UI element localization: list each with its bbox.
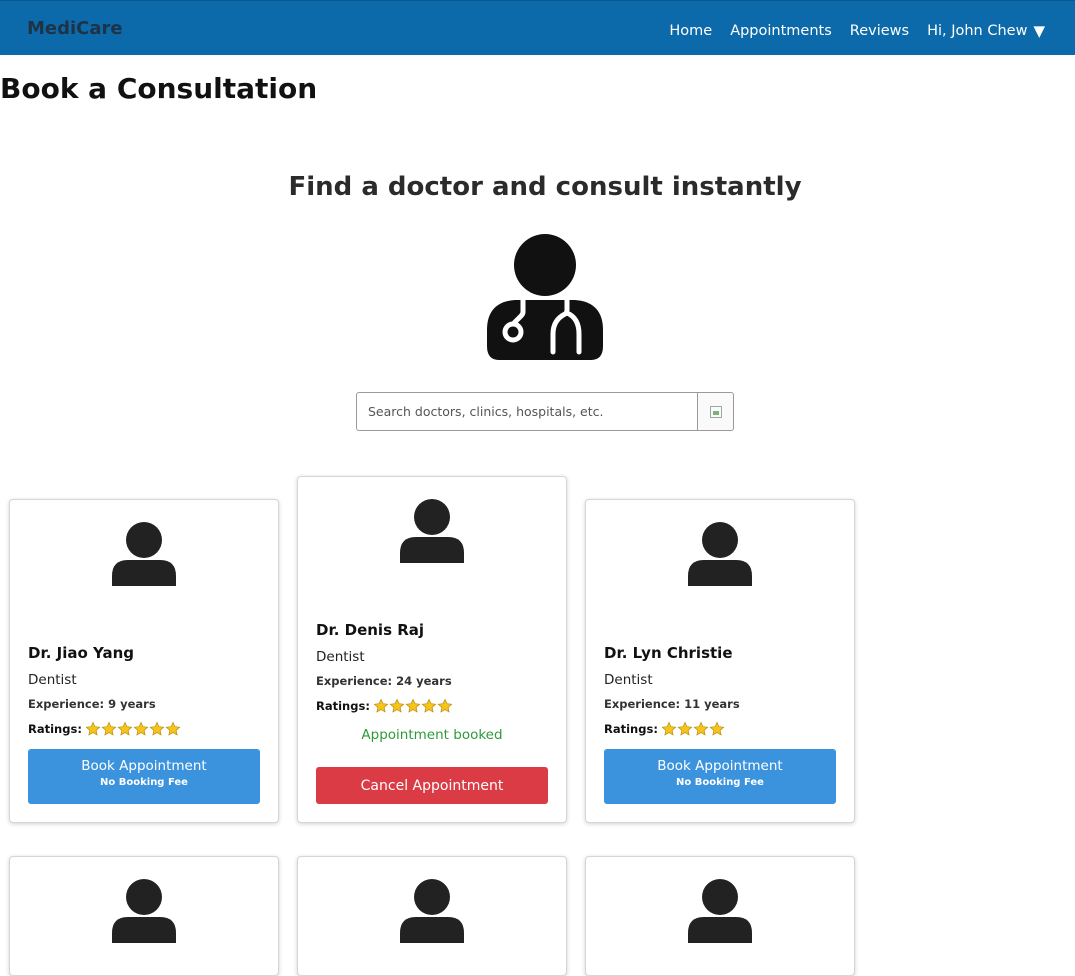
hero-title: Find a doctor and consult instantly	[288, 172, 802, 202]
ratings-label: Ratings:	[28, 722, 82, 736]
cancel-appointment-button[interactable]: Cancel Appointment	[316, 767, 548, 804]
doctor-experience: Experience: 9 years	[28, 697, 156, 711]
doctor-experience: Experience: 24 years	[316, 674, 452, 688]
book-button-label: Book Appointment	[657, 758, 783, 774]
star-icon	[405, 698, 421, 713]
brand-logo[interactable]: MediCare	[27, 18, 123, 39]
doctor-rating: Ratings:	[28, 721, 181, 737]
star-icon	[85, 721, 101, 736]
rating-stars	[373, 698, 453, 714]
search-input[interactable]	[356, 392, 698, 431]
nav-appointments-link[interactable]: Appointments	[730, 23, 832, 39]
star-icon	[661, 721, 677, 736]
book-appointment-button[interactable]: Book Appointment No Booking Fee	[604, 749, 836, 804]
booking-fee-note: No Booking Fee	[100, 777, 188, 788]
rating-stars	[661, 721, 725, 737]
doctor-name[interactable]: Dr. Lyn Christie	[604, 644, 733, 662]
star-icon	[133, 721, 149, 736]
nav-home-link[interactable]: Home	[669, 23, 712, 39]
doctor-card	[297, 856, 567, 976]
search-bar	[356, 392, 734, 431]
star-icon	[693, 721, 709, 736]
avatar-icon	[400, 879, 464, 943]
ratings-label: Ratings:	[316, 699, 370, 713]
doctor-specialty: Dentist	[28, 672, 77, 688]
doctor-card: Dr. Lyn Christie Dentist Experience: 11 …	[585, 499, 855, 823]
avatar-icon	[112, 522, 176, 586]
doctor-card: Dr. Denis Raj Dentist Experience: 24 yea…	[297, 476, 567, 823]
doctor-specialty: Dentist	[316, 649, 365, 665]
doctor-card	[585, 856, 855, 976]
doctor-card: Dr. Jiao Yang Dentist Experience: 9 year…	[9, 499, 279, 823]
nav-reviews-link[interactable]: Reviews	[850, 23, 909, 39]
star-icon	[117, 721, 133, 736]
star-icon	[373, 698, 389, 713]
user-menu[interactable]: Hi, John Chew ▼	[927, 22, 1045, 40]
avatar-icon	[688, 522, 752, 586]
avatar-icon	[688, 879, 752, 943]
search-button[interactable]	[698, 392, 734, 431]
doctor-card	[9, 856, 279, 976]
star-icon	[149, 721, 165, 736]
doctor-icon	[487, 234, 603, 360]
avatar-icon	[400, 499, 464, 563]
doctor-specialty: Dentist	[604, 672, 653, 688]
star-icon	[677, 721, 693, 736]
doctor-name[interactable]: Dr. Jiao Yang	[28, 644, 134, 662]
star-icon	[101, 721, 117, 736]
appointment-booked-status: Appointment booked	[361, 727, 503, 743]
nav-links: Home Appointments Reviews Hi, John Chew …	[669, 22, 1045, 40]
star-icon	[437, 698, 453, 713]
search-icon	[709, 405, 722, 418]
doctor-name[interactable]: Dr. Denis Raj	[316, 621, 424, 639]
star-icon	[421, 698, 437, 713]
star-icon	[165, 721, 181, 736]
caret-down-icon: ▼	[1033, 22, 1045, 40]
booking-fee-note: No Booking Fee	[676, 777, 764, 788]
book-button-label: Book Appointment	[81, 758, 207, 774]
rating-stars	[85, 721, 181, 737]
user-greeting: Hi, John Chew	[927, 23, 1028, 39]
star-icon	[389, 698, 405, 713]
ratings-label: Ratings:	[604, 722, 658, 736]
avatar-icon	[112, 879, 176, 943]
doctor-rating: Ratings:	[316, 698, 453, 714]
book-appointment-button[interactable]: Book Appointment No Booking Fee	[28, 749, 260, 804]
star-icon	[709, 721, 725, 736]
navbar: MediCare Home Appointments Reviews Hi, J…	[0, 0, 1075, 55]
page-title: Book a Consultation	[0, 72, 318, 105]
doctor-experience: Experience: 11 years	[604, 697, 740, 711]
doctor-rating: Ratings:	[604, 721, 725, 737]
